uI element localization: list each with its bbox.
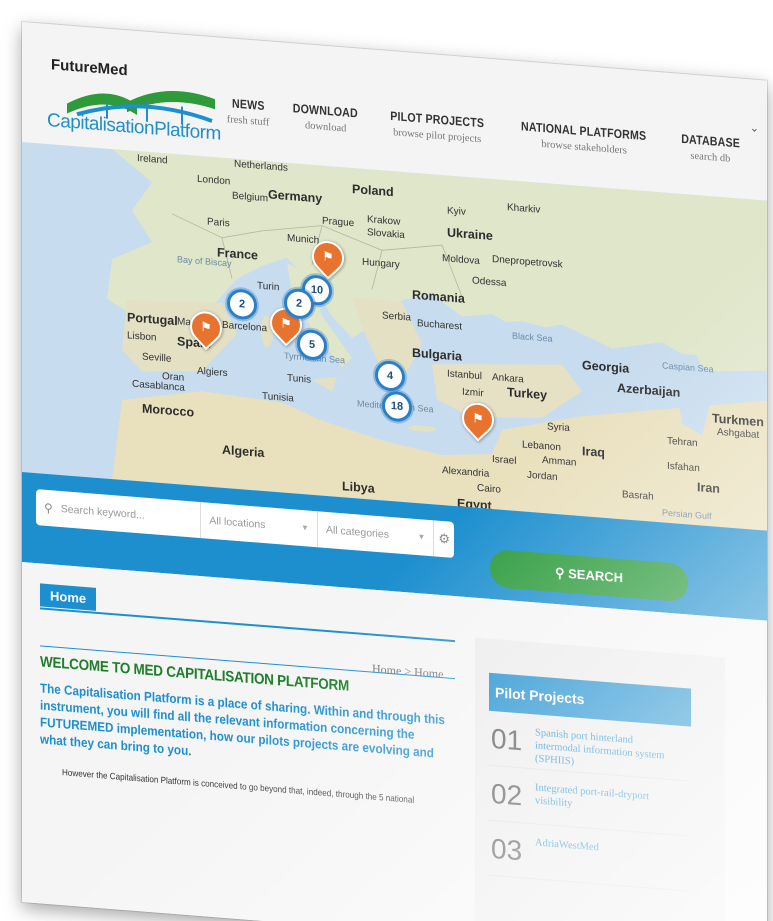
pilot-project-title: Integrated port-rail-dryport visibility [535,782,649,810]
map-label: Iran [697,480,720,496]
map-label: Izmir [462,386,484,400]
pilot-project-item[interactable]: 02 Integrated port-rail-dryport visibili… [489,773,689,837]
nav-download[interactable]: DOWNLOAD download [287,101,364,136]
pilot-project-title: AdriaWestMed [535,837,599,854]
map-label: Jordan [527,469,558,484]
nav-download-title: DOWNLOAD [293,101,359,121]
map-label: Tehran [667,435,698,450]
site-logo[interactable]: FutureMed CapitalisationPlatform [47,52,237,157]
chevron-down-icon[interactable]: ⌄ [750,121,759,135]
tab-home[interactable]: Home [40,583,97,611]
location-select[interactable]: All locations ▼ [201,502,318,548]
pilot-project-item[interactable]: 03 AdriaWestMed [489,828,689,892]
map-label: Lisbon [127,330,157,344]
map-label: Tunis [287,372,312,386]
map-label: Ireland [137,153,168,167]
nav-database-sub: search db [690,150,731,165]
sidebar-title: Pilot Projects [489,672,691,727]
map-label: Algiers [197,365,228,380]
nav-download-sub: download [304,120,347,135]
map-label: Israel [492,453,517,467]
nav-news[interactable]: NEWS fresh stuff [227,96,270,129]
pilot-project-number: 03 [491,832,523,867]
flag-icon: ⚑ [200,319,212,335]
map-label: Turin [257,280,280,294]
map-label: Cairo [477,482,501,496]
flag-icon: ⚑ [472,410,484,427]
map-label: Iraq [582,444,605,460]
category-select[interactable]: All categories ▼ [317,511,435,557]
nav-national-platforms[interactable]: NATIONAL PLATFORMS browse stakeholders [510,118,657,159]
intro-text: The Capitalisation Platform is a place o… [40,680,445,761]
settings-button[interactable]: ⚙ [434,520,454,558]
website-card: FutureMed CapitalisationPlatform NEWS fr… [22,22,767,921]
nav-news-title: NEWS [231,96,265,114]
map-label: Paris [207,216,230,230]
map-label: Serbia [382,310,411,324]
flag-icon: ⚑ [322,248,334,265]
pilot-project-title: Spanish port hinterland intermodal infor… [535,727,665,768]
sidebar: Pilot Projects 01 Spanish port hinterlan… [475,637,725,921]
main-nav: NEWS fresh stuff DOWNLOAD download PILOT… [227,96,759,166]
dropdown-arrow-icon: ▼ [417,532,426,542]
divider [40,607,455,643]
map-label: Syria [547,421,570,435]
keyword-placeholder: Search keyword... [60,503,145,522]
nav-database-title: DATABASE [680,131,740,151]
map-view[interactable]: Ireland Netherlands London Belgium Germa… [22,142,767,531]
nav-pilot-projects[interactable]: PILOT PROJECTS browse pilot projects [382,108,492,146]
perspective-stage: FutureMed CapitalisationPlatform NEWS fr… [0,0,773,921]
category-value: All categories [325,523,389,541]
pilot-project-number: 01 [491,722,523,757]
gear-icon: ⚙ [438,530,451,547]
search-icon: ⚲ [554,564,569,581]
search-button[interactable]: ⚲ SEARCH [490,548,688,603]
location-value: All locations [209,514,266,532]
main-content: Home Home > Home WELCOME TO MED CAPITALI… [22,562,767,921]
search-button-label: SEARCH [568,565,624,586]
map-label: Libya [342,479,375,496]
keyword-field[interactable]: ⚲ Search keyword... [36,489,202,539]
dropdown-arrow-icon: ▼ [301,522,309,533]
map-label: Kyiv [447,205,466,218]
map-label: Seville [142,351,172,365]
search-icon: ⚲ [44,500,53,516]
pilot-project-item[interactable]: 01 Spanish port hinterland intermodal in… [489,718,689,782]
pilot-project-number: 02 [491,777,523,812]
nav-database[interactable]: DATABASE search db ⌄ [676,122,759,165]
